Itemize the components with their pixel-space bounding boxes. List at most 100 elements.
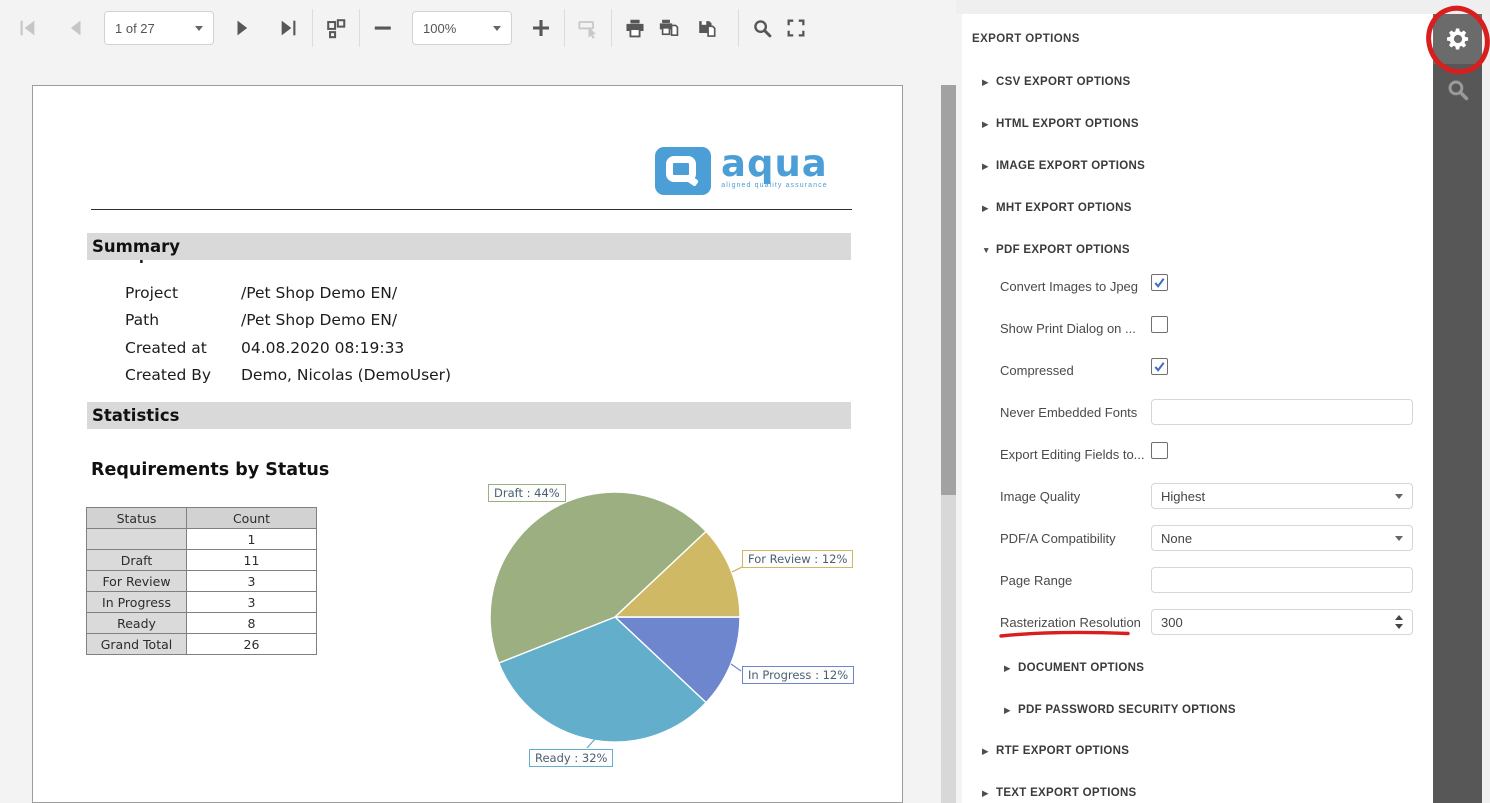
zoom-in-button[interactable] (524, 11, 558, 45)
section-text-export-options[interactable]: ▶ TEXT EXPORT OPTIONS (982, 786, 1413, 800)
table-row: Ready 8 (87, 613, 317, 634)
aqua-q-icon (666, 156, 696, 182)
field-value: 04.08.2020 08:19:33 (241, 339, 404, 357)
requirements-status-table: Status Count 1 Draft 11 For Review 3 In … (86, 507, 317, 655)
compressed-checkbox[interactable] (1151, 358, 1168, 375)
option-export-editing-fields: Export Editing Fields to... (1000, 441, 1413, 467)
section-rtf-export-options[interactable]: ▶ RTF EXPORT OPTIONS (982, 744, 1413, 758)
zoom-out-icon (372, 17, 394, 39)
count-cell: 8 (187, 613, 317, 634)
export-button[interactable] (686, 11, 732, 45)
chevron-right-icon: ▶ (982, 788, 996, 799)
title-divider (91, 209, 852, 210)
multipage-view-button[interactable] (319, 11, 353, 45)
section-pdf-password-security-options[interactable]: ▶ PDF PASSWORD SECURITY OPTIONS (1004, 703, 1413, 717)
section-pdf-export-options[interactable]: ▼ PDF EXPORT OPTIONS (982, 243, 1413, 257)
statistics-section-header: Statistics (87, 402, 851, 429)
option-page-range: Page Range (1000, 567, 1413, 593)
fullscreen-button[interactable] (779, 11, 813, 45)
option-show-print-dialog: Show Print Dialog on ... (1000, 315, 1413, 341)
pie-chart (456, 481, 896, 803)
section-html-export-options[interactable]: ▶ HTML EXPORT OPTIONS (982, 117, 1413, 131)
panel-title: EXPORT OPTIONS (972, 33, 1413, 47)
vertical-scrollbar[interactable] (941, 85, 956, 803)
page-selector-value: 1 of 27 (115, 21, 155, 36)
gear-icon (1445, 26, 1471, 52)
first-page-button[interactable] (10, 11, 44, 45)
zoom-out-button[interactable] (366, 11, 400, 45)
print-page-icon (658, 17, 680, 39)
export-editing-fields-checkbox[interactable] (1151, 442, 1168, 459)
status-cell (87, 529, 187, 550)
table-row: In Progress 3 (87, 592, 317, 613)
chevron-right-icon: ▶ (982, 119, 996, 130)
column-header: Status (87, 508, 187, 529)
zoom-selector[interactable]: 100% (412, 11, 512, 45)
chevron-down-icon (493, 26, 501, 31)
last-page-button[interactable] (272, 11, 306, 45)
print-page-button[interactable] (652, 11, 686, 45)
pie-chart-area (456, 481, 896, 803)
option-compressed: Compressed (1000, 357, 1413, 383)
rasterization-resolution-spinner[interactable]: 300 (1151, 609, 1413, 635)
option-never-embedded-fonts: Never Embedded Fonts (1000, 399, 1413, 425)
field-label: Path (125, 311, 241, 329)
summary-section-header: Summary (87, 233, 851, 260)
field-value: /Pet Shop Demo EN/ (241, 311, 397, 329)
section-mht-export-options[interactable]: ▶ MHT EXPORT OPTIONS (982, 201, 1413, 215)
option-convert-images-to-jpeg: Convert Images to Jpeg (1000, 273, 1413, 299)
spinner-up-icon[interactable] (1395, 615, 1403, 620)
table-header-row: Status Count (87, 508, 317, 529)
pie-label-draft: Draft : 44% (488, 484, 566, 502)
print-icon (624, 17, 646, 39)
toolbar-separator (564, 9, 565, 47)
never-embedded-fonts-input[interactable] (1151, 399, 1413, 425)
chevron-down-icon (1395, 536, 1403, 541)
spinner-arrows[interactable] (1395, 615, 1403, 629)
previous-page-button[interactable] (58, 11, 92, 45)
count-cell: 3 (187, 592, 317, 613)
panel-top-strip: > (956, 0, 1490, 14)
highlight-editing-fields-button (571, 11, 605, 45)
logo-tagline: aligned quality assurance (721, 182, 828, 189)
toolbar-separator (359, 9, 360, 47)
summary-row: Path /Pet Shop Demo EN/ (125, 307, 451, 335)
previous-page-icon (64, 17, 86, 39)
chevron-right-icon: ▶ (982, 746, 996, 757)
convert-images-checkbox[interactable] (1151, 274, 1168, 291)
status-cell: Draft (87, 550, 187, 571)
toolbar-separator (312, 9, 313, 47)
section-document-options[interactable]: ▶ DOCUMENT OPTIONS (1004, 661, 1413, 675)
editing-fields-icon (577, 17, 599, 39)
scrollbar-thumb[interactable] (941, 85, 956, 495)
count-cell: 1 (187, 529, 317, 550)
column-header: Count (187, 508, 317, 529)
settings-gear-button[interactable] (1433, 14, 1482, 64)
spinner-down-icon[interactable] (1395, 624, 1403, 629)
sidebar-search-button[interactable] (1433, 64, 1482, 114)
chevron-right-icon: ▶ (982, 203, 996, 214)
field-label: Project (125, 284, 241, 302)
show-print-dialog-checkbox[interactable] (1151, 316, 1168, 333)
search-button[interactable] (745, 11, 779, 45)
summary-row: Project /Pet Shop Demo EN/ (125, 279, 451, 307)
print-button[interactable] (618, 11, 652, 45)
section-csv-export-options[interactable]: ▶ CSV EXPORT OPTIONS (982, 75, 1413, 89)
field-label: Created By (125, 366, 241, 384)
next-page-button[interactable] (226, 11, 260, 45)
pie-label-for-review: For Review : 12% (742, 550, 853, 568)
field-value: /Pet Shop Demo EN/ (241, 284, 397, 302)
aqua-logo: aqua aligned quality assurance (655, 147, 828, 195)
pdfa-compatibility-select[interactable]: None (1151, 525, 1413, 551)
option-pdfa-compatibility: PDF/A Compatibility None (1000, 525, 1413, 551)
page-selector[interactable]: 1 of 27 (104, 11, 214, 45)
page-range-input[interactable] (1151, 567, 1413, 593)
section-image-export-options[interactable]: ▶ IMAGE EXPORT OPTIONS (982, 159, 1413, 173)
chevron-right-icon: ▶ (982, 161, 996, 172)
summary-row: Created at 04.08.2020 08:19:33 (125, 334, 451, 362)
chevron-right-icon: ▶ (1004, 705, 1018, 716)
right-sidebar (1433, 14, 1482, 803)
table-row: For Review 3 (87, 571, 317, 592)
image-quality-select[interactable]: Highest (1151, 483, 1413, 509)
field-value: Demo, Nicolas (DemoUser) (241, 366, 451, 384)
